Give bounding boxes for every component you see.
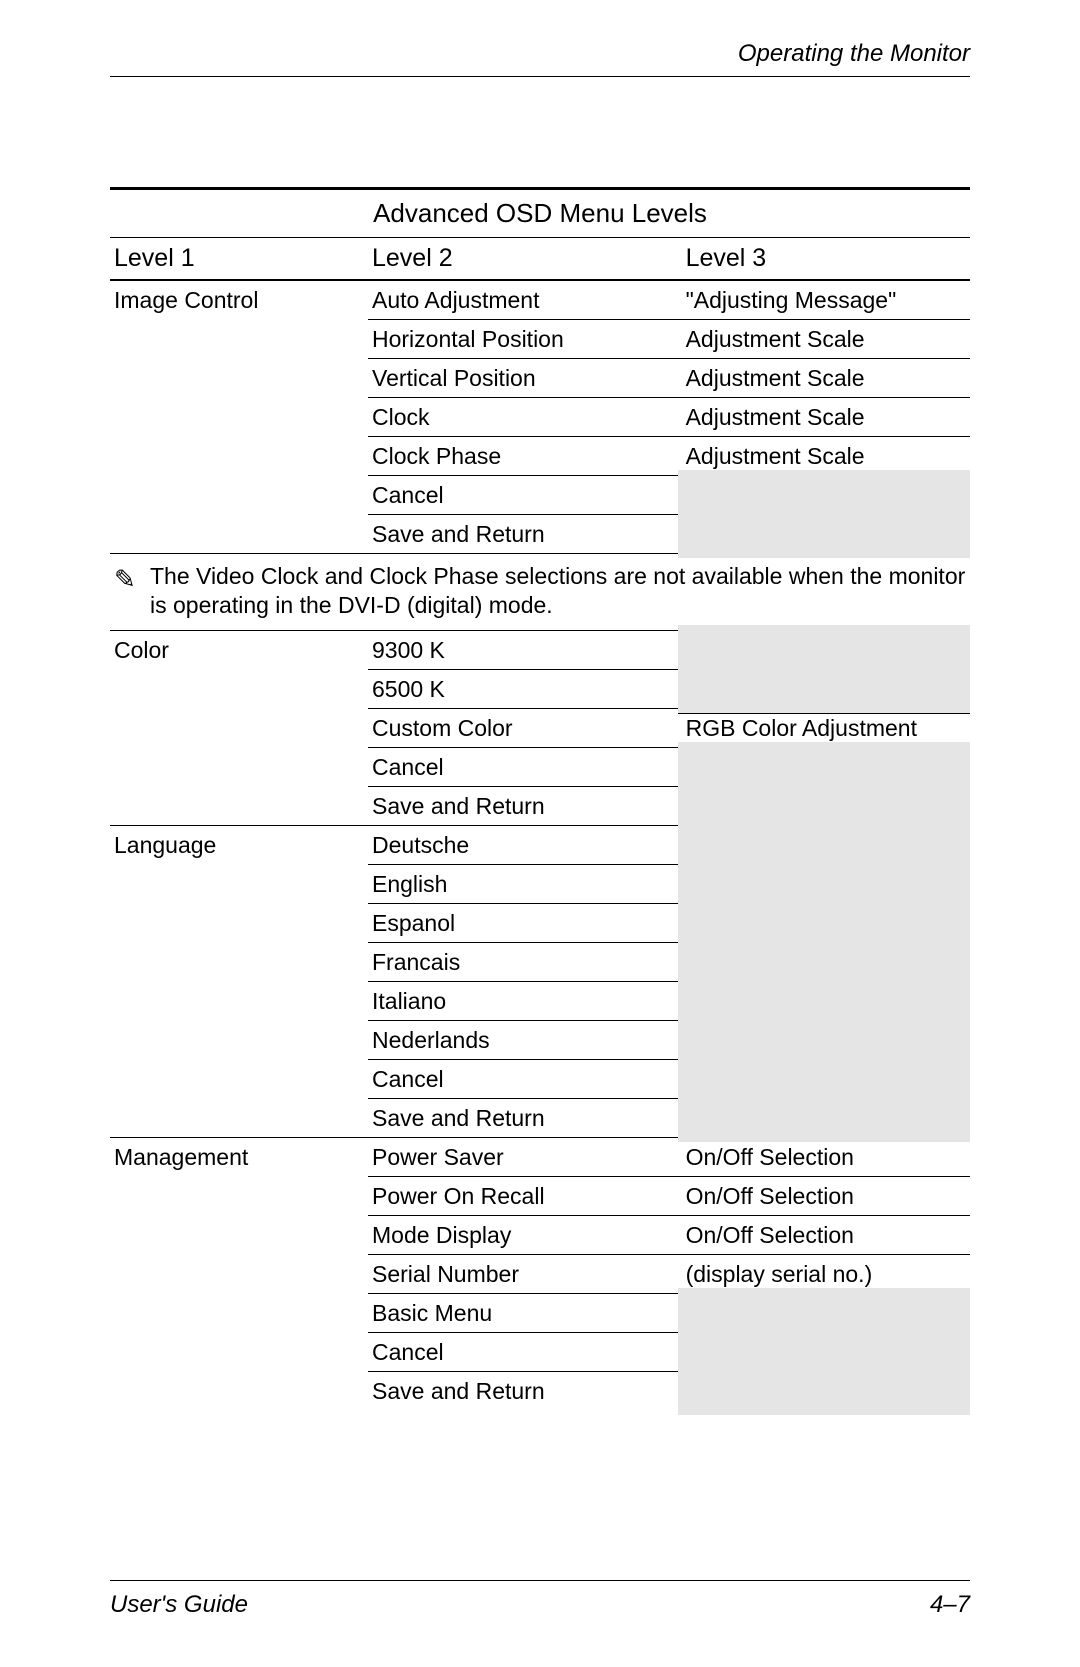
cell-level1 bbox=[110, 1216, 368, 1255]
cell-level1 bbox=[110, 748, 368, 787]
cell-level1: Language bbox=[110, 826, 368, 865]
cell-level2: Deutsche bbox=[368, 826, 678, 865]
table-row: Power On RecallOn/Off Selection bbox=[110, 1177, 970, 1216]
cell-level3 bbox=[678, 509, 970, 558]
cell-level1 bbox=[110, 709, 368, 748]
cell-level1 bbox=[110, 1372, 368, 1410]
cell-level1 bbox=[110, 437, 368, 476]
cell-level3 bbox=[678, 1093, 970, 1142]
page-header: Operating the Monitor bbox=[110, 40, 970, 77]
cell-level1 bbox=[110, 943, 368, 982]
cell-level1 bbox=[110, 1177, 368, 1216]
table-row: 6500 K bbox=[110, 670, 970, 709]
cell-level1 bbox=[110, 1021, 368, 1060]
cell-level3: Adjustment Scale bbox=[678, 320, 970, 359]
note-text: The Video Clock and Clock Phase selectio… bbox=[150, 562, 970, 620]
note-row: ✎The Video Clock and Clock Phase selecti… bbox=[110, 554, 970, 631]
cell-level2: Save and Return bbox=[368, 787, 678, 825]
cell-level2: Power On Recall bbox=[368, 1177, 678, 1216]
table-row: Horizontal PositionAdjustment Scale bbox=[110, 320, 970, 359]
cell-level2: Espanol bbox=[368, 904, 678, 943]
cell-level2: Francais bbox=[368, 943, 678, 982]
cell-level3: On/Off Selection bbox=[678, 1177, 970, 1216]
cell-level3: On/Off Selection bbox=[678, 1138, 970, 1177]
table-row: ClockAdjustment Scale bbox=[110, 398, 970, 437]
cell-level3: "Adjusting Message" bbox=[678, 281, 970, 320]
cell-level3 bbox=[678, 1366, 970, 1415]
cell-level1 bbox=[110, 1060, 368, 1099]
cell-level2: Cancel bbox=[368, 1060, 678, 1099]
footer-left: User's Guide bbox=[110, 1591, 248, 1619]
note-icon: ✎ bbox=[110, 562, 150, 595]
cell-level1 bbox=[110, 1294, 368, 1333]
table-row: ManagementPower SaverOn/Off Selection bbox=[110, 1138, 970, 1177]
cell-level2: Cancel bbox=[368, 748, 678, 787]
table-row: Vertical PositionAdjustment Scale bbox=[110, 359, 970, 398]
cell-level1 bbox=[110, 359, 368, 398]
table-title: Advanced OSD Menu Levels bbox=[110, 187, 970, 238]
cell-level1: Image Control bbox=[110, 281, 368, 320]
cell-level1 bbox=[110, 1099, 368, 1137]
cell-level2: Clock Phase bbox=[368, 437, 678, 476]
col-header-2: Level 2 bbox=[368, 244, 678, 273]
cell-level1 bbox=[110, 320, 368, 359]
cell-level1 bbox=[110, 398, 368, 437]
cell-level2: Vertical Position bbox=[368, 359, 678, 398]
cell-level1 bbox=[110, 476, 368, 515]
cell-level2: Custom Color bbox=[368, 709, 678, 748]
cell-level2: Mode Display bbox=[368, 1216, 678, 1255]
table-row: Save and Return bbox=[110, 1372, 970, 1410]
cell-level2: English bbox=[368, 865, 678, 904]
cell-level1 bbox=[110, 515, 368, 553]
footer-right: 4–7 bbox=[930, 1591, 970, 1619]
cell-level2: Clock bbox=[368, 398, 678, 437]
table-row: Mode DisplayOn/Off Selection bbox=[110, 1216, 970, 1255]
cell-level1 bbox=[110, 1255, 368, 1294]
cell-level2: Horizontal Position bbox=[368, 320, 678, 359]
cell-level1 bbox=[110, 982, 368, 1021]
cell-level3 bbox=[678, 664, 970, 714]
cell-level2: Save and Return bbox=[368, 1099, 678, 1137]
cell-level2: Power Saver bbox=[368, 1138, 678, 1177]
table-body: Image ControlAuto Adjustment"Adjusting M… bbox=[110, 281, 970, 1410]
col-header-3: Level 3 bbox=[678, 244, 970, 273]
cell-level2: Italiano bbox=[368, 982, 678, 1021]
cell-level2: 6500 K bbox=[368, 670, 678, 709]
page-footer: User's Guide 4–7 bbox=[110, 1580, 970, 1619]
cell-level3: Adjustment Scale bbox=[678, 398, 970, 437]
cell-level2: Save and Return bbox=[368, 515, 678, 553]
table-row: Image ControlAuto Adjustment"Adjusting M… bbox=[110, 281, 970, 320]
cell-level1 bbox=[110, 904, 368, 943]
cell-level2: Auto Adjustment bbox=[368, 281, 678, 320]
cell-level1 bbox=[110, 670, 368, 709]
column-headers: Level 1 Level 2 Level 3 bbox=[110, 238, 970, 281]
cell-level2: Cancel bbox=[368, 476, 678, 515]
cell-level3: Adjustment Scale bbox=[678, 359, 970, 398]
osd-menu-table: Advanced OSD Menu Levels Level 1 Level 2… bbox=[110, 187, 970, 1410]
cell-level1 bbox=[110, 787, 368, 825]
col-header-1: Level 1 bbox=[110, 244, 368, 273]
cell-level2: Serial Number bbox=[368, 1255, 678, 1294]
cell-level2: 9300 K bbox=[368, 631, 678, 670]
table-row: Save and Return bbox=[110, 1099, 970, 1138]
section-title: Operating the Monitor bbox=[110, 40, 970, 68]
cell-level2: Nederlands bbox=[368, 1021, 678, 1060]
cell-level1: Color bbox=[110, 631, 368, 670]
cell-level2: Basic Menu bbox=[368, 1294, 678, 1333]
cell-level3: On/Off Selection bbox=[678, 1216, 970, 1255]
cell-level1 bbox=[110, 865, 368, 904]
cell-level1: Management bbox=[110, 1138, 368, 1177]
table-row: Save and Return bbox=[110, 515, 970, 554]
cell-level2: Save and Return bbox=[368, 1372, 678, 1410]
cell-level1 bbox=[110, 1333, 368, 1372]
cell-level2: Cancel bbox=[368, 1333, 678, 1372]
